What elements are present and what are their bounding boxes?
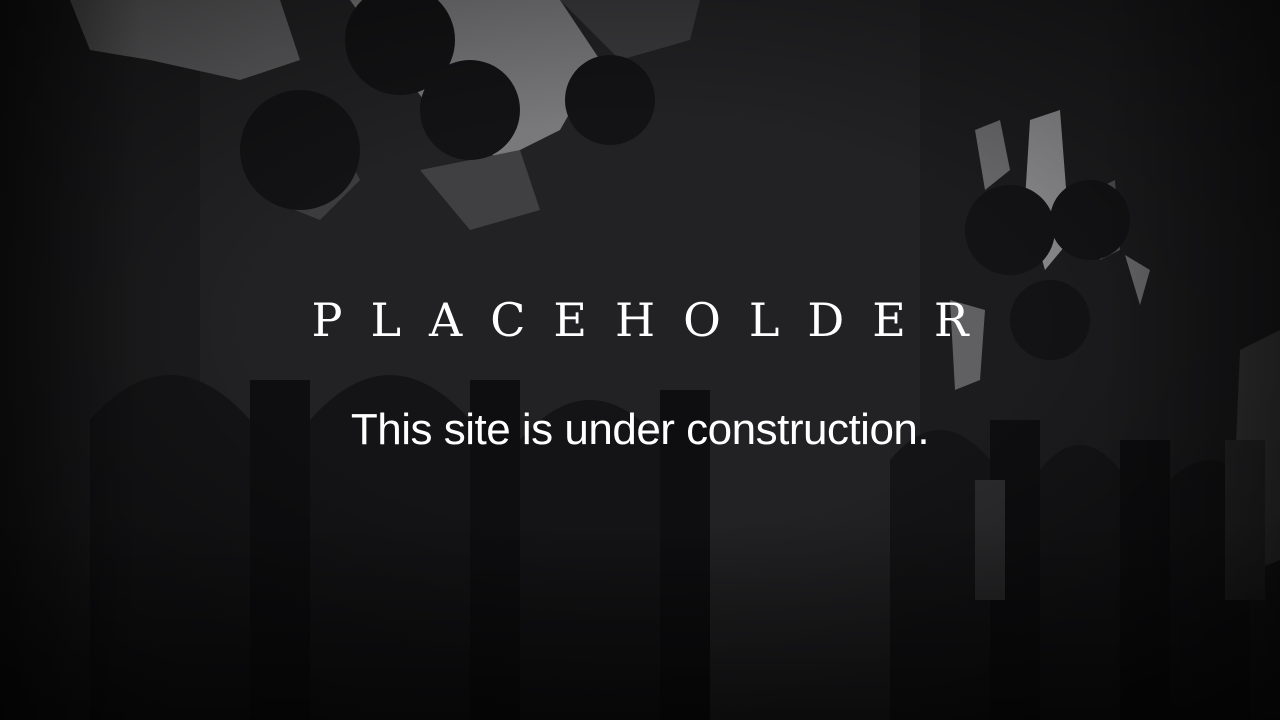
site-title: PLACEHOLDER xyxy=(311,293,997,347)
site-subtitle: This site is under construction. xyxy=(350,405,930,454)
hero-content: PLACEHOLDER This site is under construct… xyxy=(0,0,1280,720)
placeholder-page: PLACEHOLDER This site is under construct… xyxy=(0,0,1280,720)
